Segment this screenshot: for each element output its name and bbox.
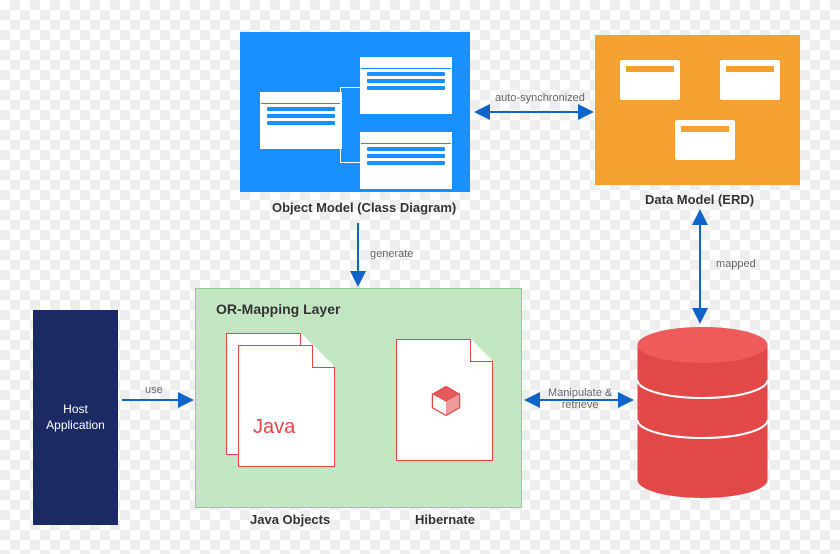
data-model-caption: Data Model (ERD) <box>645 192 754 207</box>
arrow-label-mapped: mapped <box>716 258 756 270</box>
data-model-panel <box>595 35 800 185</box>
host-application-block: Host Application <box>33 310 118 525</box>
java-logo-text: Java <box>253 416 295 439</box>
object-model-panel <box>240 32 470 192</box>
or-mapping-layer-panel: OR-Mapping Layer Java <box>195 288 522 508</box>
java-document-icon: Java <box>238 345 335 467</box>
erd-entity-box <box>620 60 680 100</box>
arrow-label-generate: generate <box>370 248 413 260</box>
arrow-label-manipulate: Manipulate & retrieve <box>548 387 612 411</box>
host-application-label: Host Application <box>46 402 105 433</box>
hibernate-document-icon <box>396 339 493 461</box>
class-diagram-box <box>260 92 342 149</box>
hibernate-cube-icon <box>429 384 463 418</box>
object-model-caption: Object Model (Class Diagram) <box>272 200 456 215</box>
java-objects-caption: Java Objects <box>250 512 330 527</box>
arrow-label-autosync: auto-synchronized <box>495 92 585 104</box>
erd-entity-box <box>720 60 780 100</box>
or-mapping-title: OR-Mapping Layer <box>216 301 340 317</box>
hibernate-caption: Hibernate <box>415 512 475 527</box>
arrow-label-use: use <box>145 384 163 396</box>
class-diagram-box <box>360 132 452 189</box>
database-icon <box>635 325 770 500</box>
class-diagram-box <box>360 57 452 114</box>
erd-entity-box <box>675 120 735 160</box>
